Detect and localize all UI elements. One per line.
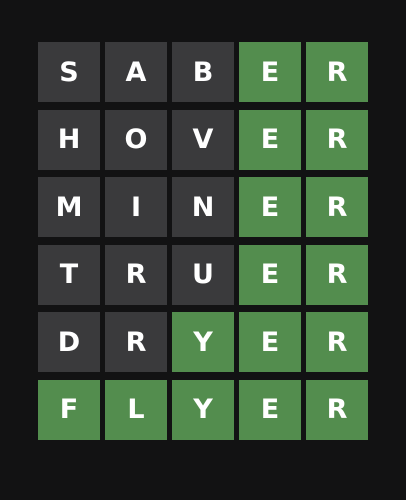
tile-r3-c5: R [306, 177, 368, 237]
tile-r4-c4: E [239, 244, 301, 305]
tile-r2-c1: H [38, 109, 100, 170]
tile-r2-c5: R [306, 109, 368, 170]
tile-r4-c2: R [105, 244, 167, 305]
tile-r5-c3: Y [172, 312, 234, 372]
tile-r6-c5: R [306, 379, 368, 440]
tile-r1-c2: A [105, 42, 167, 102]
tile-r4-c1: T [38, 244, 100, 305]
tile-r1-c5: R [306, 42, 368, 102]
tile-r5-c2: R [105, 312, 167, 372]
tile-r3-c4: E [239, 177, 301, 237]
tile-r1-c1: S [38, 42, 100, 102]
game-board: S A B E R H O V E R M I N E R T R U E R … [38, 42, 368, 440]
tile-r2-c2: O [105, 109, 167, 170]
tile-r3-c3: N [172, 177, 234, 237]
tile-r6-c2: L [105, 379, 167, 440]
tile-r6-c3: Y [172, 379, 234, 440]
tile-r5-c1: D [38, 312, 100, 372]
tile-r6-c4: E [239, 379, 301, 440]
tile-r4-c3: U [172, 244, 234, 305]
tile-r3-c1: M [38, 177, 100, 237]
tile-r5-c4: E [239, 312, 301, 372]
tile-r2-c4: E [239, 109, 301, 170]
tile-r5-c5: R [306, 312, 368, 372]
tile-r4-c5: R [306, 244, 368, 305]
tile-r2-c3: V [172, 109, 234, 170]
tile-r6-c1: F [38, 379, 100, 440]
tile-r1-c3: B [172, 42, 234, 102]
tile-r3-c2: I [105, 177, 167, 237]
tile-r1-c4: E [239, 42, 301, 102]
